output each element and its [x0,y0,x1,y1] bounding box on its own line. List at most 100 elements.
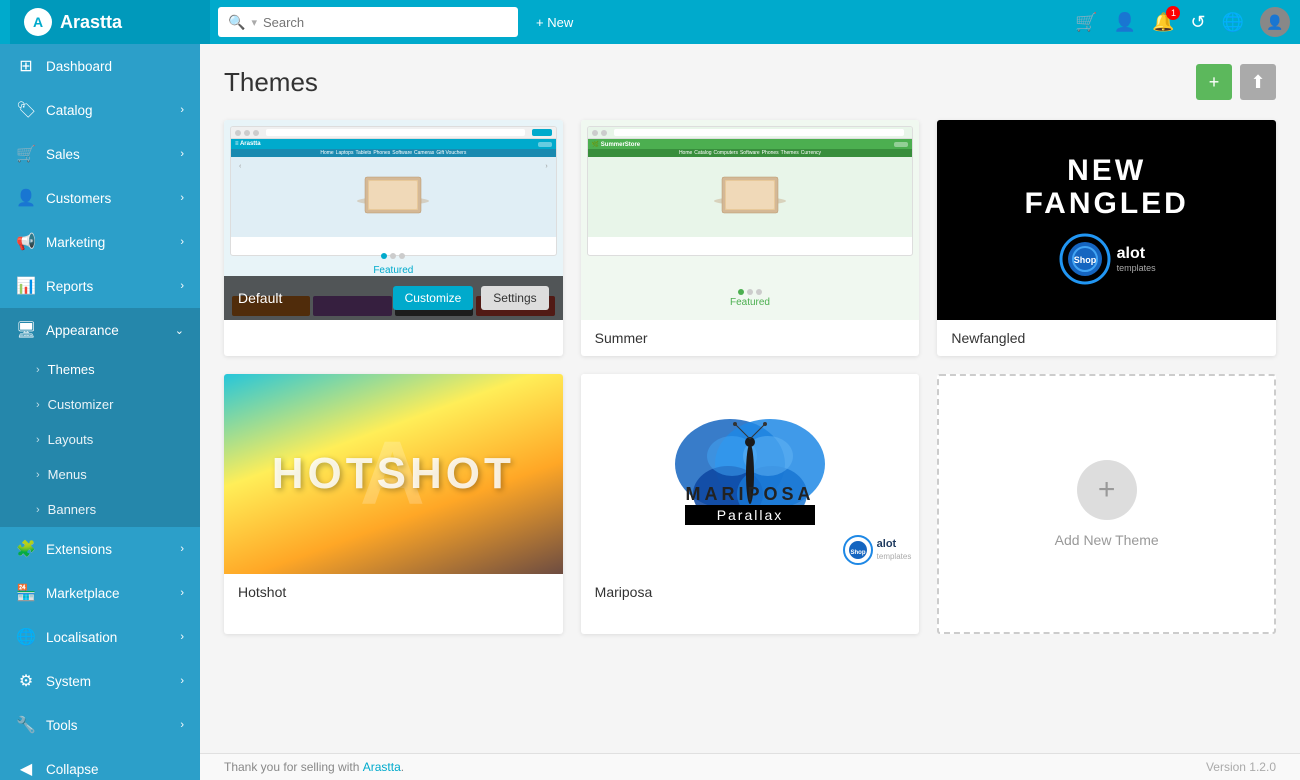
theme-image-mariposa: MARIPOSA Parallax Shop alottempla [581,374,920,574]
sidebar-sub-themes[interactable]: › Themes [0,352,200,387]
refresh-icon[interactable]: ↺ [1190,12,1205,33]
content-area: Themes + ⬆ [200,44,1300,753]
sidebar-item-tools[interactable]: 🔧 Tools › [0,703,200,747]
sidebar-sub-banners[interactable]: › Banners [0,492,200,527]
sidebar-item-marketing[interactable]: 📢 Marketing › [0,220,200,264]
page-title: Themes [224,67,1188,98]
main-layout: ⊞ Dashboard 🏷 Catalog › 🛒 Sales › 👤 Cust… [0,44,1300,780]
sidebar-label-customers: Customers [46,191,111,206]
app-name: Arastta [60,12,122,33]
add-theme-card[interactable]: + Add New Theme [937,374,1276,634]
default-theme-actions: Default Customize Settings [224,276,563,320]
theme-card-hotshot: A HOTSHOT Hotshot [224,374,563,634]
reports-arrow: › [180,280,184,292]
sidebar-sub-label-banners: Banners [48,502,96,517]
customizer-sub-arrow: › [36,399,40,411]
default-settings-button[interactable]: Settings [481,286,548,310]
sidebar-label-tools: Tools [46,718,78,733]
default-customize-button[interactable]: Customize [393,286,474,310]
search-input[interactable] [263,15,463,30]
sidebar-sub-menus[interactable]: › Menus [0,457,200,492]
mariposa-theme-name: Mariposa [595,584,653,600]
app-logo[interactable]: A Arastta [10,0,210,44]
newfangled-theme-footer: Newfangled [937,320,1276,356]
sidebar-label-localisation: Localisation [46,630,117,645]
appearance-submenu: › Themes › Customizer › Layouts › Menus … [0,352,200,527]
sidebar-label-catalog: Catalog [46,103,93,118]
sidebar-item-marketplace[interactable]: 🏪 Marketplace › [0,571,200,615]
footer-link[interactable]: Arastta [363,760,401,774]
hotshot-theme-footer: Hotshot [224,574,563,610]
add-plus-icon: + [1077,460,1137,520]
sidebar-item-dashboard[interactable]: ⊞ Dashboard [0,44,200,88]
avatar[interactable]: 👤 [1260,7,1290,37]
customers-arrow: › [180,192,184,204]
theme-card-summer: 🌿 SummerStore HomeCatalogComputersSoftwa… [581,120,920,356]
sidebar-item-localisation[interactable]: 🌐 Localisation › [0,615,200,659]
sidebar-label-extensions: Extensions [46,542,112,557]
summer-theme-name: Summer [595,330,648,346]
sidebar-label-marketplace: Marketplace [46,586,120,601]
extensions-arrow: › [180,543,184,555]
footer: Thank you for selling with Arastta. Vers… [200,753,1300,780]
theme-image-hotshot: A HOTSHOT [224,374,563,574]
catalog-arrow: › [180,104,184,116]
appearance-arrow: ⌄ [175,324,184,337]
sidebar-item-system[interactable]: ⚙ System › [0,659,200,703]
logo-icon: A [24,8,52,36]
tools-arrow: › [180,719,184,731]
sidebar-label-dashboard: Dashboard [46,59,112,74]
topbar-right: 🛒 👤 🔔 1 ↺ 🌐 👤 [1075,7,1290,37]
user-icon[interactable]: 👤 [1114,12,1136,33]
sidebar: ⊞ Dashboard 🏷 Catalog › 🛒 Sales › 👤 Cust… [0,44,200,780]
default-theme-overlay-name: Default [238,290,385,306]
new-button[interactable]: + New [526,15,583,30]
footer-version: Version 1.2.0 [1206,760,1276,774]
tools-icon: 🔧 [16,715,36,735]
customers-icon: 👤 [16,188,36,208]
sidebar-sub-label-customizer: Customizer [48,397,114,412]
marketplace-icon: 🏪 [16,583,36,603]
marketing-icon: 📢 [16,232,36,252]
system-arrow: › [180,675,184,687]
localisation-icon: 🌐 [16,627,36,647]
theme-image-default: ≡ Arastta HomeLaptopsTabletsPhonesSoftwa… [224,120,563,320]
themes-grid: ≡ Arastta HomeLaptopsTabletsPhonesSoftwa… [224,120,1276,634]
sidebar-label-sales: Sales [46,147,80,162]
menus-sub-arrow: › [36,469,40,481]
sidebar-label-marketing: Marketing [46,235,105,250]
sidebar-item-collapse[interactable]: ◀ Collapse [0,747,200,780]
themes-sub-arrow: › [36,364,40,376]
sidebar-item-appearance[interactable]: 🖥 Appearance ⌄ [0,308,200,352]
sidebar-label-collapse: Collapse [46,762,99,777]
cart-icon[interactable]: 🛒 [1075,12,1097,33]
sidebar-sub-label-layouts: Layouts [48,432,94,447]
marketing-arrow: › [180,236,184,248]
theme-card-mariposa: MARIPOSA Parallax Shop alottempla [581,374,920,634]
sidebar-item-customers[interactable]: 👤 Customers › [0,176,200,220]
reports-icon: 📊 [16,276,36,296]
add-theme-label: Add New Theme [1055,532,1159,548]
add-theme-button[interactable]: + [1196,64,1232,100]
sidebar-item-reports[interactable]: 📊 Reports › [0,264,200,308]
sidebar-sub-layouts[interactable]: › Layouts [0,422,200,457]
layouts-sub-arrow: › [36,434,40,446]
system-icon: ⚙ [16,671,36,691]
notification-icon[interactable]: 🔔 1 [1152,12,1174,33]
sidebar-item-extensions[interactable]: 🧩 Extensions › [0,527,200,571]
localisation-arrow: › [180,631,184,643]
sidebar-item-catalog[interactable]: 🏷 Catalog › [0,88,200,132]
upload-button[interactable]: ⬆ [1240,64,1276,100]
content-header: Themes + ⬆ [224,64,1276,100]
search-icon: 🔍 [228,14,245,31]
sidebar-item-sales[interactable]: 🛒 Sales › [0,132,200,176]
globe-icon[interactable]: 🌐 [1222,12,1244,33]
sidebar-label-system: System [46,674,91,689]
banners-sub-arrow: › [36,504,40,516]
sidebar-sub-customizer[interactable]: › Customizer [0,387,200,422]
search-dropdown-icon[interactable]: ▾ [251,16,257,29]
summer-theme-footer: Summer [581,320,920,356]
theme-card-default: ≡ Arastta HomeLaptopsTabletsPhonesSoftwa… [224,120,563,356]
svg-text:Shop: Shop [850,550,865,556]
search-bar: 🔍 ▾ [218,7,518,37]
